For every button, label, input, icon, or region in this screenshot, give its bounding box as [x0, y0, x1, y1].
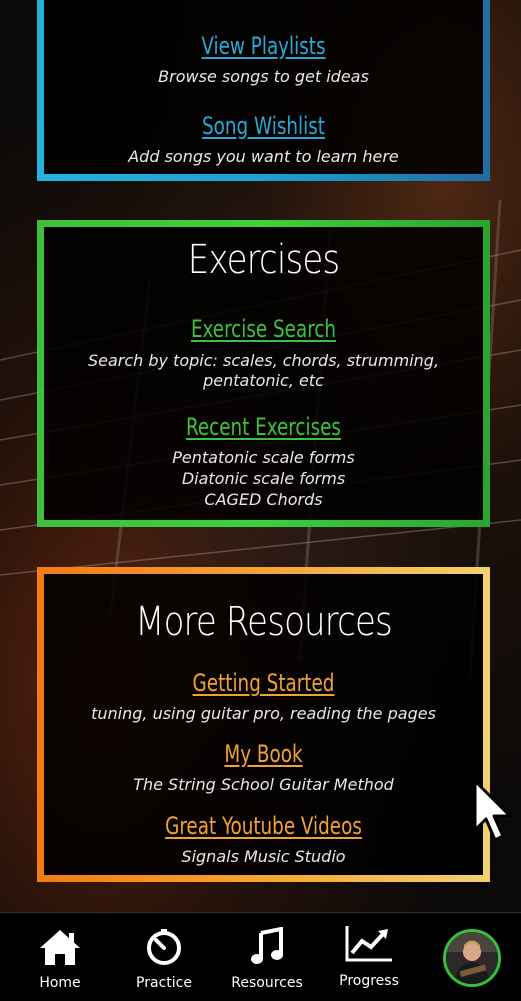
tab-home[interactable]: Home — [25, 913, 95, 1001]
song-wishlist-description: Add songs you want to learn here — [128, 147, 399, 166]
more-resources-title: More Resources — [135, 599, 393, 645]
timer-icon — [147, 929, 181, 965]
tab-progress-label: Progress — [339, 973, 399, 989]
youtube-videos-link[interactable]: Great Youtube Videos — [77, 812, 450, 840]
youtube-videos-description: Signals Music Studio — [181, 847, 346, 866]
profile-avatar[interactable] — [443, 929, 501, 987]
view-playlists-link[interactable]: View Playlists — [77, 32, 450, 60]
tab-progress[interactable]: Progress — [334, 913, 404, 1001]
recent-exercise-item: CAGED Chords — [204, 490, 323, 509]
songs-panel: View Playlists Browse songs to get ideas… — [37, 0, 490, 181]
tab-resources-label: Resources — [231, 975, 303, 991]
recent-exercises-link[interactable]: Recent Exercises — [77, 413, 450, 441]
my-book-description: The String School Guitar Method — [133, 775, 394, 794]
exercises-title: Exercises — [187, 237, 340, 283]
recent-exercise-item: Diatonic scale forms — [181, 469, 346, 488]
tab-home-label: Home — [39, 975, 81, 991]
profile-photo — [446, 932, 498, 984]
tab-practice[interactable]: Practice — [128, 913, 200, 1001]
my-book-link[interactable]: My Book — [77, 740, 450, 768]
exercise-search-link[interactable]: Exercise Search — [77, 315, 450, 343]
home-icon — [40, 930, 80, 965]
music-note-icon — [251, 927, 283, 964]
recent-exercise-item: Pentatonic scale forms — [172, 448, 355, 467]
mouse-pointer-icon — [473, 779, 512, 842]
exercises-panel: Exercises Exercise Search Search by topi… — [37, 220, 490, 527]
tab-resources[interactable]: Resources — [227, 913, 307, 1001]
getting-started-link[interactable]: Getting Started — [77, 669, 450, 697]
getting-started-description: tuning, using guitar pro, reading the pa… — [91, 704, 436, 723]
exercise-search-description: Search by topic: scales, chords, strummi… — [87, 351, 440, 390]
view-playlists-description: Browse songs to get ideas — [158, 67, 369, 86]
resources-panel: More Resources Getting Started tuning, u… — [37, 567, 490, 882]
chart-icon — [345, 926, 392, 962]
song-wishlist-link[interactable]: Song Wishlist — [77, 112, 450, 140]
tab-practice-label: Practice — [136, 975, 192, 991]
